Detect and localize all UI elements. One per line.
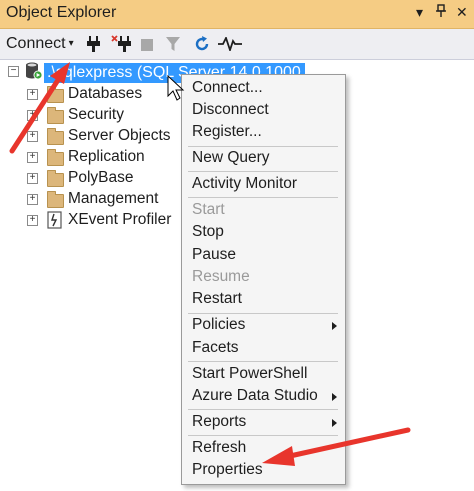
expand-icon[interactable]: + — [27, 194, 38, 205]
pin-icon[interactable] — [435, 4, 447, 21]
menu-item-refresh[interactable]: Refresh — [192, 439, 246, 457]
menu-item-policies[interactable]: Policies — [192, 316, 245, 334]
menu-separator — [188, 435, 338, 436]
menu-item-reports[interactable]: Reports — [192, 413, 246, 431]
object-explorer-toolbar: Connect ▾ — [0, 29, 474, 60]
folder-icon — [47, 128, 64, 145]
menu-separator — [188, 313, 338, 314]
tree-node-label: Server Objects — [68, 127, 171, 144]
submenu-arrow-icon — [332, 419, 337, 427]
menu-separator — [188, 409, 338, 410]
xevent-profiler-icon — [47, 211, 63, 234]
menu-item-start: Start — [192, 201, 225, 218]
menu-separator — [188, 361, 338, 362]
tree-node-label: Management — [68, 190, 159, 207]
menu-separator — [188, 146, 338, 147]
menu-item-facets[interactable]: Facets — [192, 339, 239, 357]
folder-icon — [47, 107, 64, 124]
expand-icon[interactable]: + — [27, 89, 38, 100]
stop-icon — [141, 38, 153, 56]
submenu-arrow-icon — [332, 322, 337, 330]
folder-icon — [47, 191, 64, 208]
expand-icon[interactable]: + — [27, 215, 38, 226]
expand-icon[interactable]: + — [27, 152, 38, 163]
object-explorer-titlebar: Object Explorer ▾ ✕ — [0, 0, 474, 29]
connect-dropdown-button[interactable]: Connect ▾ — [6, 35, 74, 53]
filter-icon — [165, 36, 181, 57]
menu-item-start-powershell[interactable]: Start PowerShell — [192, 365, 307, 383]
tree-node-label: PolyBase — [68, 169, 134, 186]
connect-plug-icon[interactable] — [86, 34, 102, 59]
server-context-menu: Connect... Disconnect Register... New Qu… — [181, 74, 346, 485]
activity-monitor-icon[interactable] — [218, 35, 242, 56]
folder-icon — [47, 86, 64, 103]
window-position-dropdown-icon[interactable]: ▾ — [416, 4, 423, 21]
submenu-arrow-icon — [332, 393, 337, 401]
collapse-icon[interactable]: − — [8, 66, 19, 77]
menu-item-connect[interactable]: Connect... — [192, 79, 263, 97]
chevron-down-icon: ▾ — [68, 38, 74, 49]
menu-separator — [188, 171, 338, 172]
menu-separator — [188, 197, 338, 198]
menu-item-activity-monitor[interactable]: Activity Monitor — [192, 175, 297, 193]
folder-icon — [47, 149, 64, 166]
menu-item-stop[interactable]: Stop — [192, 223, 224, 241]
server-icon — [24, 61, 44, 86]
tree-node-label: Security — [68, 106, 124, 123]
refresh-icon[interactable] — [192, 34, 212, 59]
expand-icon[interactable]: + — [27, 110, 38, 121]
menu-item-resume: Resume — [192, 268, 250, 285]
menu-item-restart[interactable]: Restart — [192, 290, 242, 308]
tree-node-label: Databases — [68, 85, 143, 102]
disconnect-plug-icon[interactable] — [111, 34, 133, 59]
expand-icon[interactable]: + — [27, 173, 38, 184]
menu-item-register[interactable]: Register... — [192, 123, 262, 141]
expand-icon[interactable]: + — [27, 131, 38, 142]
menu-item-disconnect[interactable]: Disconnect — [192, 101, 269, 119]
tree-node-label: Replication — [68, 148, 145, 165]
tree-node-label: XEvent Profiler — [68, 211, 172, 228]
panel-title: Object Explorer — [6, 4, 117, 21]
folder-icon — [47, 170, 64, 187]
connect-label: Connect — [6, 35, 66, 52]
menu-item-pause[interactable]: Pause — [192, 246, 236, 264]
close-icon[interactable]: ✕ — [456, 4, 468, 21]
menu-item-new-query[interactable]: New Query — [192, 149, 270, 167]
menu-item-properties[interactable]: Properties — [192, 461, 263, 479]
menu-item-azure-data-studio[interactable]: Azure Data Studio — [192, 387, 318, 405]
